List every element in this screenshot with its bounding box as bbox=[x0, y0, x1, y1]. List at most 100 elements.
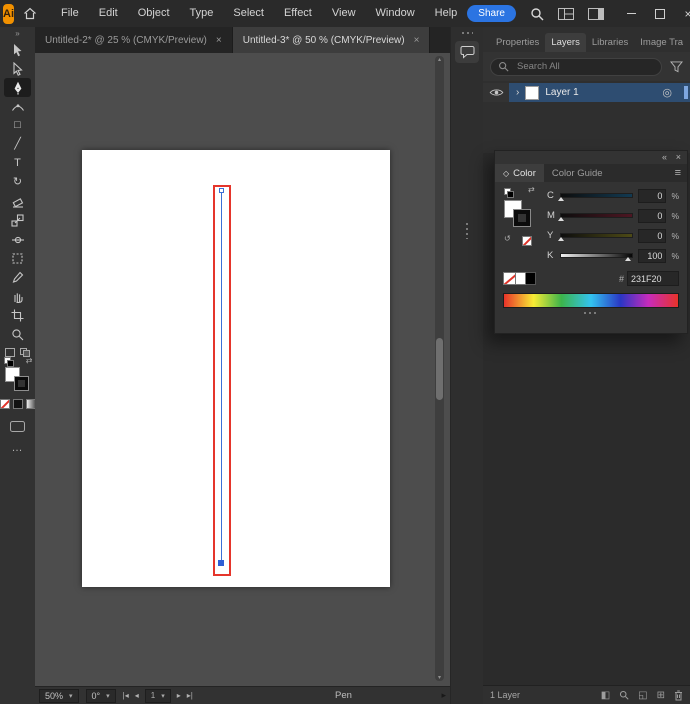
gradient-button[interactable] bbox=[25, 399, 36, 409]
slider-thumb[interactable] bbox=[557, 237, 564, 241]
edit-toolbar-icon[interactable]: … bbox=[12, 442, 24, 454]
hand-tool[interactable] bbox=[4, 287, 31, 306]
curvature-tool[interactable] bbox=[4, 97, 31, 116]
tab-properties[interactable]: Properties bbox=[490, 33, 545, 52]
anchor-point-top[interactable] bbox=[219, 188, 224, 193]
free-transform-tool[interactable] bbox=[4, 249, 31, 268]
close-panel-icon[interactable]: × bbox=[676, 151, 681, 164]
close-button[interactable]: × bbox=[674, 0, 690, 27]
magenta-slider[interactable] bbox=[557, 213, 634, 221]
scroll-down-icon[interactable]: ▾ bbox=[435, 674, 444, 681]
restore-button[interactable] bbox=[646, 0, 674, 27]
search-input[interactable] bbox=[515, 60, 654, 73]
artboard-number-dropdown[interactable]: 1 ▾ bbox=[144, 688, 171, 703]
stroke-swatch[interactable] bbox=[13, 376, 29, 391]
dock-resize-grip[interactable] bbox=[466, 223, 468, 239]
selected-rectangle-path[interactable] bbox=[213, 185, 231, 576]
scale-tool[interactable] bbox=[4, 211, 31, 230]
pen-tool[interactable] bbox=[4, 78, 31, 97]
artboard[interactable] bbox=[82, 150, 390, 587]
document-tab-2[interactable]: Untitled-3* @ 50 % (CMYK/Preview) × bbox=[232, 27, 431, 53]
layer-selected-area[interactable]: › Layer 1 ◎ bbox=[509, 83, 690, 102]
artboard-tool[interactable] bbox=[4, 306, 31, 325]
draw-normal-icon[interactable] bbox=[5, 348, 15, 357]
document-tab-2-close-icon[interactable]: × bbox=[414, 35, 420, 46]
first-artboard-icon[interactable]: |◂ bbox=[123, 691, 129, 700]
panel-menu-icon[interactable]: ≡ bbox=[675, 167, 681, 179]
tab-layers[interactable]: Layers bbox=[545, 33, 586, 52]
width-tool[interactable] bbox=[4, 230, 31, 249]
black-slider[interactable] bbox=[559, 253, 634, 261]
color-button[interactable] bbox=[12, 399, 23, 409]
menu-view[interactable]: View bbox=[322, 0, 366, 27]
zoom-tool[interactable] bbox=[4, 325, 31, 344]
direct-selection-tool[interactable] bbox=[4, 59, 31, 78]
menu-type[interactable]: Type bbox=[180, 0, 224, 27]
target-circle-icon[interactable]: ◎ bbox=[662, 86, 672, 99]
slider-thumb[interactable] bbox=[557, 217, 564, 221]
black-value-field[interactable]: 100 bbox=[638, 248, 667, 263]
yellow-slider[interactable] bbox=[557, 233, 634, 241]
menu-file[interactable]: File bbox=[51, 0, 89, 27]
workspace-grid-icon[interactable] bbox=[557, 7, 574, 20]
visibility-eye-icon[interactable] bbox=[483, 88, 509, 97]
type-tool[interactable]: T bbox=[4, 154, 31, 173]
panel-resize-grip[interactable] bbox=[503, 308, 679, 317]
toolbar-collapse-icon[interactable]: » bbox=[15, 27, 19, 40]
rotate-tool[interactable]: ↻ bbox=[4, 173, 31, 192]
tab-color-guide[interactable]: Color Guide bbox=[544, 164, 611, 182]
menu-effect[interactable]: Effect bbox=[274, 0, 322, 27]
scroll-up-icon[interactable]: ▴ bbox=[435, 56, 444, 63]
dock-grip[interactable] bbox=[462, 32, 473, 34]
layer-row[interactable]: › Layer 1 ◎ bbox=[483, 83, 690, 102]
menu-select[interactable]: Select bbox=[223, 0, 274, 27]
menu-edit[interactable]: Edit bbox=[89, 0, 128, 27]
minimize-button[interactable] bbox=[618, 0, 646, 27]
anchor-point-bottom[interactable] bbox=[218, 560, 224, 566]
last-artboard-icon[interactable]: ▸| bbox=[187, 691, 193, 700]
document-tab-1[interactable]: Untitled-2* @ 25 % (CMYK/Preview) × bbox=[35, 27, 233, 53]
white-swatch[interactable] bbox=[516, 272, 526, 285]
layer-name[interactable]: Layer 1 bbox=[545, 87, 578, 98]
new-sublayer-icon[interactable]: ◱ bbox=[638, 690, 647, 701]
locate-object-icon[interactable] bbox=[619, 690, 629, 700]
default-fill-stroke-icon[interactable] bbox=[3, 357, 14, 367]
collapse-to-icons-icon[interactable]: « bbox=[662, 151, 667, 164]
new-layer-icon[interactable]: ⊞ bbox=[657, 690, 665, 701]
previous-artboard-icon[interactable]: ◂ bbox=[135, 691, 139, 700]
vertical-scrollbar[interactable]: ▴ ▾ bbox=[435, 56, 444, 681]
slider-thumb[interactable] bbox=[624, 257, 631, 261]
swap-fill-stroke-icon[interactable]: ⇄ bbox=[528, 185, 535, 194]
eyedropper-tool[interactable] bbox=[4, 268, 31, 287]
tab-libraries[interactable]: Libraries bbox=[586, 33, 634, 52]
filter-icon[interactable] bbox=[670, 60, 683, 73]
menu-object[interactable]: Object bbox=[128, 0, 180, 27]
none-swatch[interactable] bbox=[503, 272, 516, 285]
pen-path-segment[interactable] bbox=[221, 190, 222, 563]
eraser-tool[interactable] bbox=[4, 192, 31, 211]
zoom-dropdown[interactable]: 50% ▾ bbox=[39, 688, 79, 703]
delete-icon[interactable] bbox=[674, 690, 683, 701]
cyan-slider[interactable] bbox=[557, 193, 634, 201]
yellow-value-field[interactable]: 0 bbox=[638, 228, 667, 243]
screen-mode-icon[interactable] bbox=[10, 421, 25, 432]
reset-icon[interactable]: ↺ bbox=[504, 234, 511, 243]
rectangle-tool[interactable]: □ bbox=[4, 116, 31, 135]
expand-chevron-icon[interactable]: › bbox=[516, 87, 519, 98]
swap-fill-stroke-icon[interactable]: ⇄ bbox=[26, 356, 33, 365]
menu-help[interactable]: Help bbox=[425, 0, 468, 27]
next-artboard-icon[interactable]: ▸ bbox=[177, 691, 181, 700]
comments-panel-button[interactable] bbox=[455, 41, 479, 63]
layer-thumbnail[interactable] bbox=[525, 85, 540, 100]
layers-search-box[interactable] bbox=[490, 57, 662, 76]
none-button[interactable] bbox=[0, 399, 10, 409]
document-tab-1-close-icon[interactable]: × bbox=[216, 35, 222, 46]
menu-window[interactable]: Window bbox=[366, 0, 425, 27]
cyan-value-field[interactable]: 0 bbox=[638, 188, 667, 203]
share-button[interactable]: Share bbox=[467, 5, 516, 22]
black-swatch[interactable] bbox=[526, 272, 536, 285]
magenta-value-field[interactable]: 0 bbox=[638, 208, 667, 223]
tab-color[interactable]: ◇ Color bbox=[495, 164, 544, 182]
hex-input[interactable] bbox=[627, 271, 679, 286]
none-mini-swatch[interactable] bbox=[522, 236, 532, 246]
